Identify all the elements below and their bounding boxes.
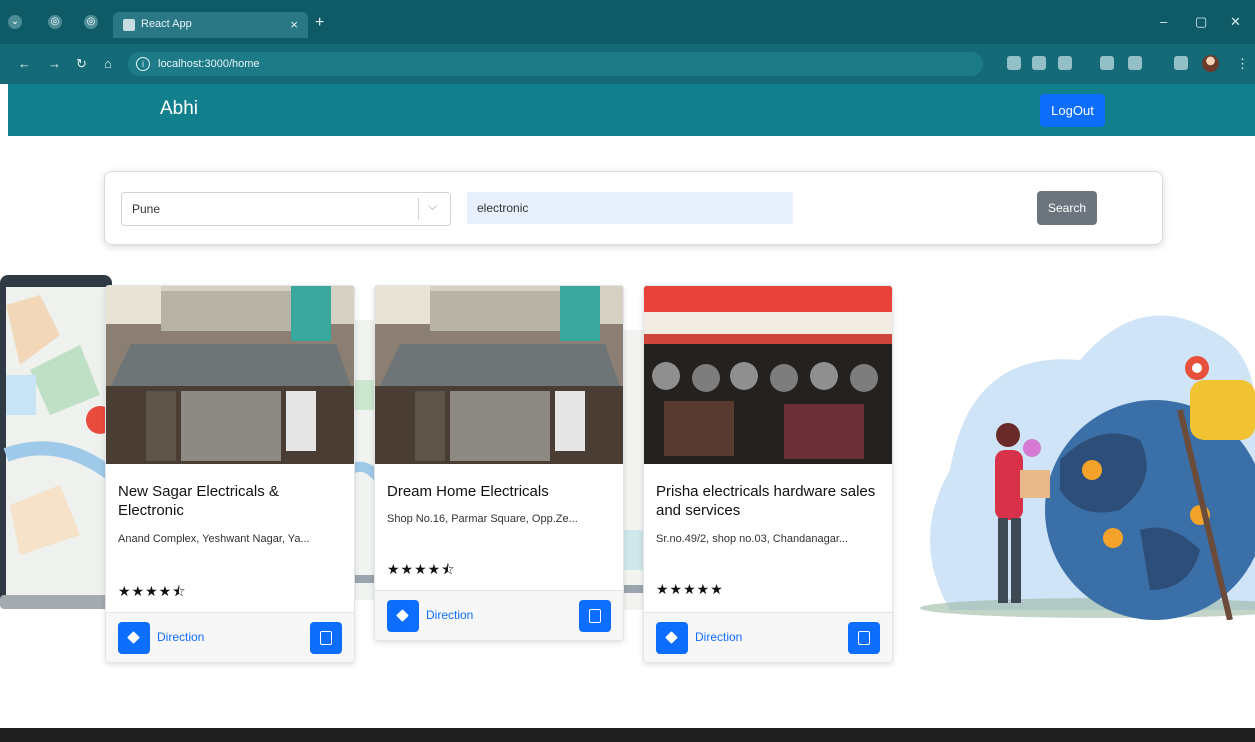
profile-avatar[interactable] (1202, 55, 1219, 72)
maximize-icon[interactable]: ▢ (1195, 14, 1207, 30)
business-name[interactable]: Prisha electricals hardware sales and se… (656, 482, 880, 520)
business-card-2[interactable]: Dream Home Electricals Shop No.16, Parma… (374, 285, 624, 641)
rating-stars: ★★★★⯪ (118, 583, 187, 599)
forward-icon[interactable]: → (48, 56, 61, 71)
new-tab-icon[interactable]: + (315, 14, 324, 32)
direction-button[interactable] (118, 622, 150, 654)
direction-link[interactable]: Direction (426, 608, 473, 622)
menu-kebab-icon[interactable]: ⋮ (1236, 56, 1249, 72)
save-button[interactable] (310, 622, 342, 654)
browser-tab[interactable]: React App × (113, 12, 308, 38)
browser-tab-bar: ⌄ ◎ ◎ React App × + – ▢ ✕ (0, 0, 1255, 44)
map-laptop-illustration (0, 275, 112, 609)
business-name[interactable]: New Sagar Electricals & Electronic (118, 482, 342, 520)
logout-button[interactable]: LogOut (1040, 94, 1105, 127)
direction-button[interactable] (387, 600, 419, 632)
direction-link[interactable]: Direction (695, 630, 742, 644)
password-key-icon[interactable] (1007, 56, 1021, 70)
app-header: Abhi LogOut (8, 84, 1255, 136)
business-name[interactable]: Dream Home Electricals (387, 482, 611, 501)
extension-icon[interactable]: ◎ (48, 15, 62, 29)
address-bar-row: ← → ↻ ⌂ i localhost:3000/home ⋮ (0, 44, 1255, 84)
bookmark-star-icon[interactable] (1058, 56, 1072, 70)
direction-icon (127, 631, 140, 644)
shop-photo (375, 286, 623, 464)
search-panel: Pune ⌵ Search (104, 171, 1163, 245)
select-divider (418, 198, 419, 220)
rating-stars: ★★★★⯪ (387, 561, 456, 577)
save-icon (589, 609, 601, 623)
save-button[interactable] (579, 600, 611, 632)
card-footer: Direction (106, 612, 354, 662)
os-taskbar (0, 728, 1255, 742)
business-address: Shop No.16, Parmar Square, Opp.Ze... (387, 513, 578, 525)
save-icon (858, 631, 870, 645)
close-window-icon[interactable]: ✕ (1230, 14, 1241, 30)
globe-delivery-illustration (920, 315, 1255, 620)
url-field[interactable]: i localhost:3000/home (128, 52, 983, 76)
brand-name: Abhi (160, 98, 199, 119)
tab-close-icon[interactable]: × (290, 17, 298, 32)
save-icon (320, 631, 332, 645)
back-icon[interactable]: ← (18, 56, 31, 71)
shop-photo (644, 286, 892, 464)
city-select-value: Pune (132, 202, 161, 216)
business-address: Sr.no.49/2, shop no.03, Chandanagar... (656, 533, 849, 545)
shop-photo (106, 286, 354, 464)
direction-icon (665, 631, 678, 644)
side-panel-icon[interactable] (1174, 56, 1188, 70)
home-icon[interactable]: ⌂ (104, 56, 112, 71)
city-select[interactable]: Pune ⌵ (121, 192, 451, 226)
chevron-down-icon[interactable]: ⌵ (428, 199, 437, 214)
rating-stars: ★★★★★ (656, 581, 724, 597)
tab-title: React App (141, 18, 192, 30)
business-card-1[interactable]: New Sagar Electricals & Electronic Anand… (105, 285, 355, 663)
direction-icon (396, 609, 409, 622)
direction-button[interactable] (656, 622, 688, 654)
search-button[interactable]: Search (1037, 191, 1097, 225)
site-info-icon[interactable]: i (136, 57, 150, 71)
extension-puzzle-icon[interactable] (1100, 56, 1114, 70)
search-input[interactable] (467, 192, 793, 224)
tab-search-icon[interactable]: ⌄ (8, 15, 22, 29)
direction-link[interactable]: Direction (157, 630, 204, 644)
business-card-3[interactable]: Prisha electricals hardware sales and se… (643, 285, 893, 663)
card-footer: Direction (375, 590, 623, 640)
save-button[interactable] (848, 622, 880, 654)
url-text: localhost:3000/home (158, 58, 260, 70)
minimize-icon[interactable]: – (1160, 14, 1167, 29)
react-favicon-icon (123, 19, 135, 31)
extension-icon-2[interactable]: ◎ (84, 15, 98, 29)
downloads-icon[interactable] (1128, 56, 1142, 70)
screenshot-icon[interactable] (1032, 56, 1046, 70)
card-footer: Direction (644, 612, 892, 662)
reload-icon[interactable]: ↻ (76, 56, 87, 72)
business-address: Anand Complex, Yeshwant Nagar, Ya... (118, 533, 310, 545)
